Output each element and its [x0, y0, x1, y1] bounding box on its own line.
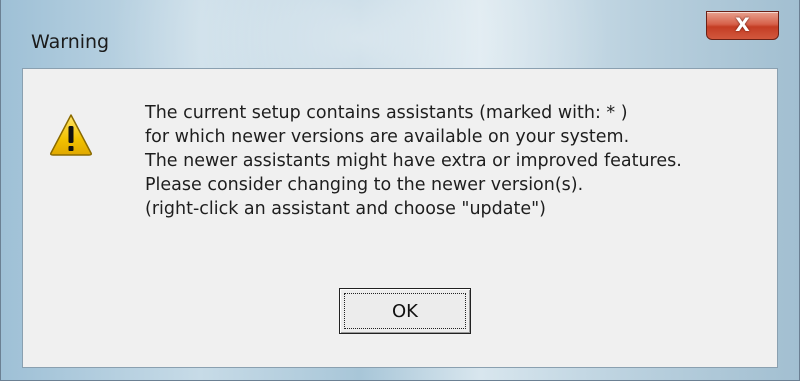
- close-icon: X: [735, 14, 750, 36]
- message-line: The newer assistants might have extra or…: [145, 151, 682, 171]
- message-line: (right-click an assistant and choose "up…: [145, 199, 546, 219]
- message-line: The current setup contains assistants (m…: [145, 103, 628, 123]
- warning-message: The current setup contains assistants (m…: [145, 101, 765, 221]
- window-title: Warning: [31, 31, 110, 53]
- screen: Warning X The current setup contains ass…: [0, 0, 800, 381]
- message-line: for which newer versions are available o…: [145, 127, 630, 147]
- ok-button[interactable]: OK: [339, 288, 471, 334]
- dialog-body: The current setup contains assistants (m…: [22, 68, 778, 368]
- close-button[interactable]: X: [706, 11, 779, 40]
- warning-dialog: Warning X The current setup contains ass…: [0, 0, 800, 381]
- title-bar[interactable]: Warning X: [1, 0, 799, 68]
- warning-icon: [50, 114, 92, 156]
- ok-button-label: OK: [392, 300, 418, 322]
- message-line: Please consider changing to the newer ve…: [145, 175, 584, 195]
